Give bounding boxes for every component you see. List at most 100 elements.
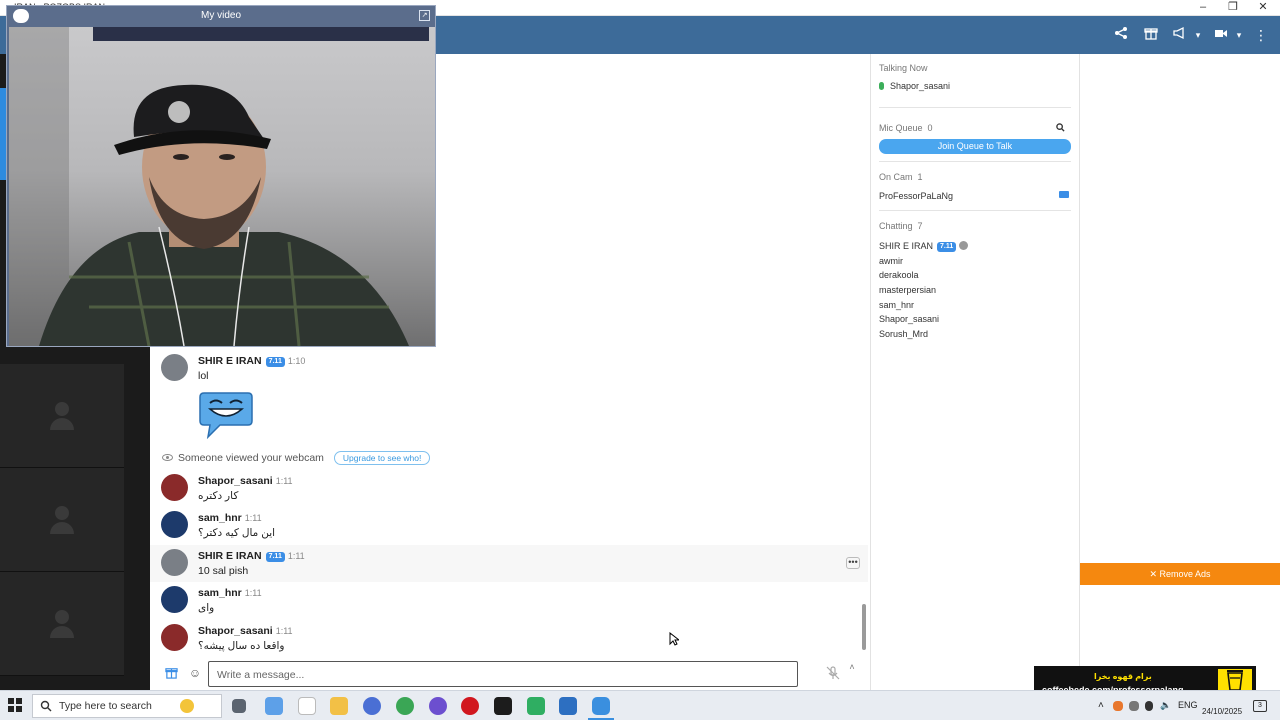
- user-placeholder-icon: [50, 610, 74, 638]
- avatar[interactable]: [161, 586, 188, 613]
- talking-now-label: Talking Now: [879, 63, 928, 73]
- megaphone-dropdown-icon[interactable]: ▾: [1189, 26, 1207, 44]
- upgrade-button[interactable]: Upgrade to see who!: [333, 451, 431, 465]
- chatting-user[interactable]: Shapor_sasani: [879, 314, 939, 324]
- search-highlight-icon[interactable]: [180, 699, 194, 713]
- webcam-icon[interactable]: [1059, 191, 1069, 198]
- ad-area: [1080, 54, 1280, 690]
- windows-start-icon[interactable]: [8, 698, 26, 716]
- mic-icon: [879, 82, 884, 90]
- restore-button[interactable]: ❐: [1218, 0, 1248, 16]
- message-header: SHIR E IRAN 7.11 1:11: [198, 550, 305, 562]
- file-explorer-icon[interactable]: [330, 697, 348, 715]
- chrome-icon[interactable]: [396, 697, 414, 715]
- message-username[interactable]: Shapor_sasani: [198, 625, 273, 637]
- copilot-icon[interactable]: [265, 697, 283, 715]
- chat-message: sam_hnr 1:11 وای: [150, 582, 868, 619]
- chatting-user[interactable]: awmir: [879, 256, 903, 266]
- task-view-icon[interactable]: [232, 699, 246, 713]
- megaphone-icon[interactable]: [1170, 26, 1188, 44]
- avatar[interactable]: [161, 474, 188, 501]
- more-vert-icon[interactable]: ⋮: [1252, 26, 1270, 44]
- camera-tile-empty: [0, 572, 124, 676]
- message-text: واقعا ده سال پیشه؟: [198, 640, 285, 652]
- message-username[interactable]: SHIR E IRAN: [198, 355, 262, 367]
- app-icon[interactable]: [429, 697, 447, 715]
- on-cam-count: 1: [917, 172, 923, 182]
- eye-icon: [162, 454, 173, 461]
- message-options-button[interactable]: •••: [846, 557, 860, 569]
- app-icon[interactable]: [363, 697, 381, 715]
- app-logo-icon: [13, 9, 29, 23]
- chatting-count: 7: [917, 221, 923, 231]
- remove-ads-button[interactable]: ✕ Remove Ads: [1080, 563, 1280, 585]
- chatting-user[interactable]: SHIR E IRAN 7.11: [879, 241, 969, 252]
- message-username[interactable]: Shapor_sasani: [198, 475, 273, 487]
- video-window-title: My video: [200, 10, 241, 21]
- talking-user[interactable]: Shapor_sasani: [879, 81, 950, 91]
- microphone-icon[interactable]: [1145, 701, 1153, 711]
- chat-message: Shapor_sasani 1:11 کار دکتره: [150, 470, 868, 507]
- chat-message: Shapor_sasani 1:11 واقعا ده سال پیشه؟: [150, 620, 868, 657]
- chat-message: SHIR E IRAN 7.11 1:10 lol: [150, 350, 868, 387]
- message-input[interactable]: Write a message...: [208, 661, 798, 687]
- message-header: Shapor_sasani 1:11: [198, 625, 293, 637]
- camera-dropdown-icon[interactable]: ▾: [1230, 26, 1248, 44]
- message-username[interactable]: SHIR E IRAN: [198, 550, 262, 562]
- chatting-label: Chatting: [879, 221, 913, 231]
- popout-icon[interactable]: ↗: [419, 10, 430, 21]
- message-time: 1:10: [287, 356, 306, 366]
- chatting-user-name: SHIR E IRAN: [879, 241, 934, 251]
- on-cam-user[interactable]: ProFessorPaLaNg: [879, 191, 953, 201]
- level-badge: 7.11: [265, 357, 285, 367]
- chat-message: sam_hnr 1:11 این مال کیه دکتر؟: [150, 507, 868, 544]
- chatting-user[interactable]: sam_hnr: [879, 300, 914, 310]
- chevron-up-icon[interactable]: ˄: [1098, 700, 1104, 711]
- join-queue-button[interactable]: Join Queue to Talk: [879, 139, 1071, 154]
- star-icon: [959, 241, 969, 250]
- notepad-icon[interactable]: [298, 697, 316, 715]
- message-username[interactable]: sam_hnr: [198, 587, 242, 599]
- chatting-user[interactable]: masterpersian: [879, 285, 936, 295]
- talking-now-header: Talking Now: [879, 63, 928, 73]
- opera-icon[interactable]: [461, 697, 479, 715]
- chatting-user[interactable]: Sorush_Mrd: [879, 329, 928, 339]
- close-button[interactable]: ✕: [1248, 0, 1278, 16]
- paltalk-icon[interactable]: [592, 697, 610, 715]
- minimize-button[interactable]: –: [1188, 0, 1218, 16]
- gift-icon[interactable]: [1142, 26, 1160, 44]
- avatar[interactable]: [161, 354, 188, 381]
- chat-scrollbar[interactable]: [862, 604, 866, 650]
- camera-icon[interactable]: [1212, 26, 1230, 44]
- avatar[interactable]: [161, 549, 188, 576]
- tray-app-icon[interactable]: [1129, 701, 1139, 711]
- my-video-window[interactable]: My video ↗: [6, 5, 436, 347]
- tray-app-icon[interactable]: [1113, 701, 1123, 711]
- emoji-icon[interactable]: ☺: [188, 666, 202, 680]
- divider: [879, 210, 1071, 211]
- search-icon[interactable]: [1056, 123, 1065, 135]
- message-text: این مال کیه دکتر؟: [198, 527, 276, 539]
- mic-muted-icon[interactable]: [826, 666, 840, 680]
- message-input-bar: ☺ Write a message... ˄: [150, 658, 868, 690]
- app-icon[interactable]: [559, 697, 577, 715]
- search-icon: [40, 699, 52, 717]
- avatar[interactable]: [161, 511, 188, 538]
- speaker-icon[interactable]: 🔈: [1160, 700, 1171, 711]
- message-header: SHIR E IRAN 7.11 1:10: [198, 355, 305, 367]
- message-username[interactable]: sam_hnr: [198, 512, 242, 524]
- chevron-up-icon[interactable]: ˄: [845, 660, 859, 674]
- app-icon[interactable]: [494, 697, 512, 715]
- language-indicator[interactable]: ENG: [1178, 700, 1198, 710]
- app-icon[interactable]: [527, 697, 545, 715]
- notification-center-button[interactable]: 3: [1253, 700, 1267, 712]
- on-cam-label: On Cam: [879, 172, 913, 182]
- avatar[interactable]: [161, 624, 188, 651]
- chatting-user[interactable]: derakoola: [879, 270, 919, 280]
- clock-date[interactable]: 24/10/2025: [1202, 707, 1242, 716]
- gift-icon[interactable]: [164, 666, 178, 680]
- message-time: 1:11: [244, 513, 262, 523]
- laughing-emoji-sticker: [198, 387, 254, 440]
- message-time: 1:11: [244, 588, 262, 598]
- share-icon[interactable]: [1112, 26, 1130, 44]
